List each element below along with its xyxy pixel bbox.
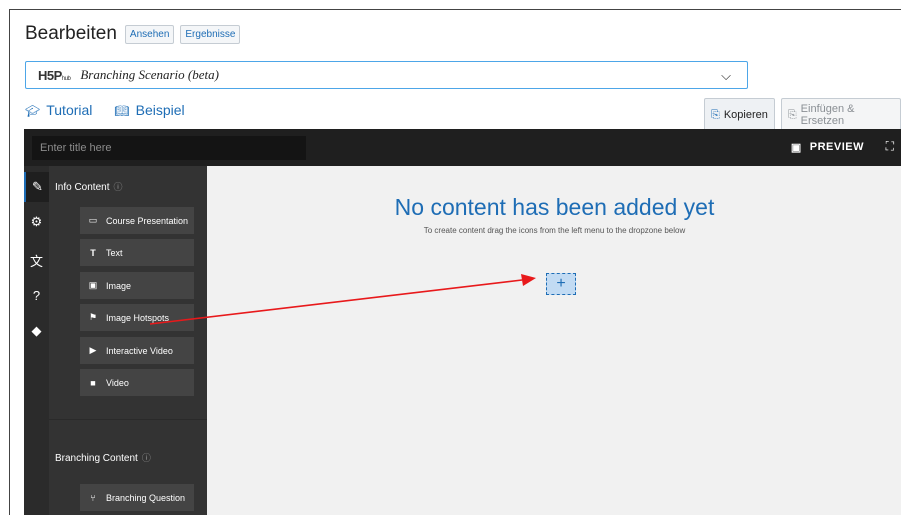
- branching-icon: ⑂: [90, 492, 96, 503]
- branching-editor: Enter title here ▣ PREVIEW ⛶ ✎ ⚙ 文 ? ◆ I…: [24, 129, 901, 515]
- menu-item-branching-question[interactable]: ⑂ Branching Question: [80, 484, 194, 511]
- content-type-label: Branching Scenario (beta): [80, 67, 219, 82]
- editor-frame: Bearbeiten Ansehen Ergebnisse H5Phub Bra…: [9, 9, 901, 515]
- menu-item-image-hotspots[interactable]: ⚑ Image Hotspots: [80, 304, 194, 331]
- preview-icon: ▣: [790, 142, 802, 154]
- tab-ergebnisse[interactable]: Ergebnisse: [180, 24, 241, 44]
- presentation-icon: ▭: [88, 215, 98, 225]
- help-icon[interactable]: ?: [24, 280, 49, 310]
- empty-state-subtitle: To create content drag the icons from th…: [423, 226, 686, 235]
- clipboard-toolbar: ⎘ Kopieren ⎘ Einfügen & Ersetzen: [704, 98, 901, 132]
- section-info-content: Info Content ⓘ: [55, 182, 123, 193]
- preview-button[interactable]: ▣ PREVIEW: [791, 141, 864, 154]
- menu-divider: [49, 419, 207, 420]
- title-input[interactable]: Enter title here: [32, 136, 306, 160]
- tab-ansehen[interactable]: Ansehen: [124, 24, 175, 44]
- gear-icon[interactable]: ⚙: [24, 207, 49, 237]
- page-title: Bearbeiten: [25, 23, 117, 44]
- menu-item-video[interactable]: ■ Video: [80, 369, 194, 396]
- help-links: 🎓︎ Tutorial 📖︎ Beispiel: [25, 102, 185, 118]
- copy-button[interactable]: ⎘ Kopieren: [704, 98, 775, 132]
- copy-icon: ⎘: [711, 108, 720, 121]
- video-camera-icon: ■: [90, 377, 96, 388]
- example-link[interactable]: 📖︎ Beispiel: [114, 102, 184, 118]
- empty-state-title: No content has been added yet: [394, 194, 715, 220]
- interactive-video-icon: ▶: [89, 345, 97, 355]
- section-branching-content: Branching Content ⓘ: [55, 453, 151, 464]
- chevron-down-icon[interactable]: ⌵: [721, 68, 731, 84]
- menu-item-text[interactable]: T Text: [80, 239, 194, 266]
- h5p-logo: H5Phub: [38, 67, 71, 83]
- menu-item-interactive-video[interactable]: ▶ Interactive Video: [80, 337, 194, 364]
- editor-topbar: Enter title here ▣ PREVIEW ⛶: [24, 129, 901, 166]
- content-type-selector[interactable]: H5Phub Branching Scenario (beta) ⌵: [25, 61, 748, 89]
- info-icon: ⓘ: [141, 453, 151, 463]
- add-content-dropzone[interactable]: +: [546, 273, 576, 295]
- menu-item-image[interactable]: ▣ Image: [80, 272, 194, 299]
- tutorial-link[interactable]: 🎓︎ Tutorial: [25, 102, 92, 118]
- menu-item-course-presentation[interactable]: ▭ Course Presentation: [80, 207, 194, 234]
- dropzone-canvas: No content has been added yet To create …: [207, 166, 901, 515]
- editor-icon-sidebar: ✎ ⚙ 文 ? ◆: [24, 166, 49, 515]
- fullscreen-icon[interactable]: ⛶: [886, 139, 894, 154]
- content-menu: Info Content ⓘ ▭ Course Presentation T Text…: [49, 166, 207, 515]
- info-icon: ⓘ: [113, 182, 123, 192]
- paste-icon: ⎘: [787, 108, 797, 121]
- pencil-icon[interactable]: ✎: [24, 172, 49, 202]
- hotspot-icon: ⚑: [88, 312, 98, 322]
- header: Bearbeiten Ansehen Ergebnisse: [25, 23, 241, 45]
- text-icon: T: [90, 247, 96, 258]
- paste-replace-button[interactable]: ⎘ Einfügen & Ersetzen: [780, 98, 901, 132]
- tag-icon[interactable]: ◆: [24, 316, 49, 346]
- translate-icon[interactable]: 文: [24, 245, 49, 275]
- image-icon: ▣: [88, 280, 98, 290]
- graduation-cap-icon: 🎓︎: [25, 104, 41, 118]
- book-icon: 📖︎: [114, 104, 130, 118]
